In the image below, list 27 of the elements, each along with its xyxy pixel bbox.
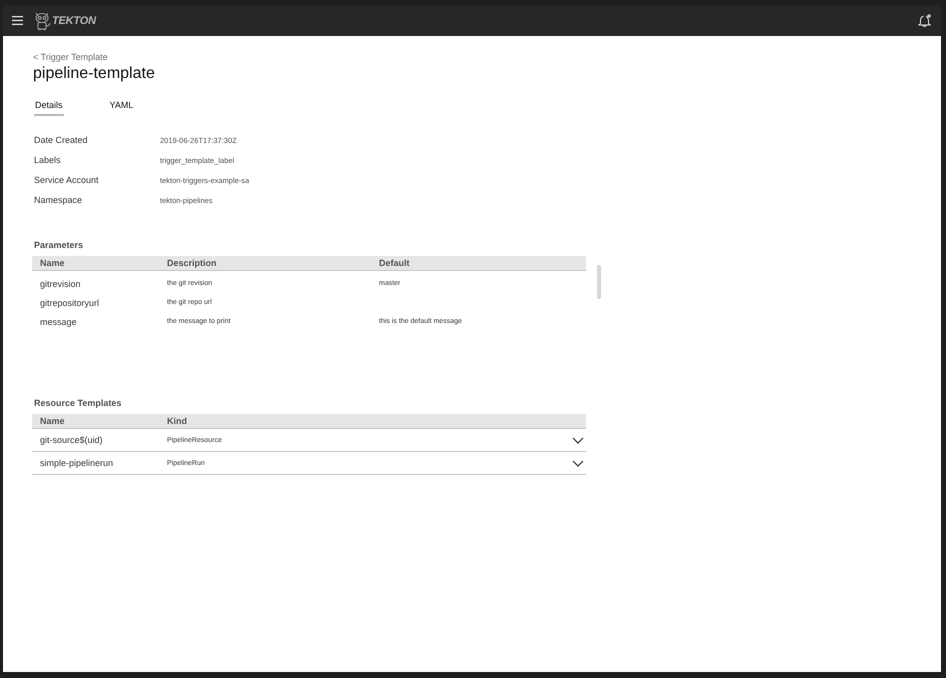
- column-header: Name: [39, 258, 65, 268]
- tab[interactable]: Details: [34, 98, 64, 116]
- brand-name: TEKTON: [52, 14, 96, 26]
- field-label: Namespace: [34, 195, 82, 205]
- field-label: Labels: [34, 155, 61, 165]
- table-cell: simple-pipelinerun: [40, 458, 114, 468]
- scrollbar-thumb[interactable]: [597, 265, 601, 299]
- column-header: Description: [166, 258, 217, 268]
- cat-logo-icon: [33, 10, 51, 30]
- notification-bell-icon[interactable]: [918, 14, 931, 28]
- tab[interactable]: YAML: [108, 98, 134, 116]
- table-cell: git-source$(uid): [40, 435, 103, 445]
- chevron-down-icon[interactable]: [572, 460, 584, 466]
- table-cell: gitrevision: [40, 278, 81, 288]
- menu-icon[interactable]: [12, 16, 23, 25]
- column-header: Name: [39, 416, 65, 426]
- table-cell: gitrepositoryurl: [40, 298, 100, 308]
- field-label: Service Account: [34, 175, 99, 185]
- chevron-down-icon[interactable]: [572, 436, 584, 444]
- section-heading: Parameters: [34, 240, 84, 250]
- column-header: Kind: [166, 416, 187, 426]
- page-title: pipeline-template: [33, 64, 156, 84]
- breadcrumb-link[interactable]: < Trigger Template: [33, 51, 108, 63]
- column-header: Default: [378, 258, 410, 268]
- table-cell: message: [40, 316, 77, 326]
- section-heading: Resource Templates: [34, 398, 122, 408]
- field-label: Date Created: [34, 135, 88, 145]
